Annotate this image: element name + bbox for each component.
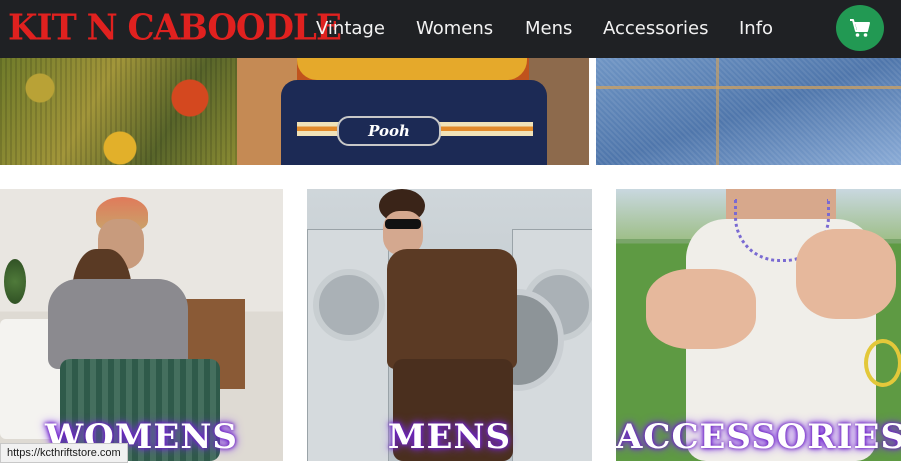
plant-image [4,259,26,304]
category-label-accessories: ACCESSORIES [616,417,901,457]
nav-item-mens[interactable]: Mens [525,18,572,39]
category-card-accessories[interactable]: ACCESSORIES [616,189,901,461]
category-card-womens[interactable]: WOMENS [0,189,283,461]
backpack-character [297,58,527,80]
hero-image-backpack: Pooh [237,58,589,165]
denim-seam [596,86,901,89]
nav-item-vintage[interactable]: Vintage [316,18,385,39]
category-card-mens[interactable]: MENS [307,189,592,461]
nav-item-accessories[interactable]: Accessories [603,18,709,39]
hand-right-image [796,229,896,319]
top-navigation-bar: Kit N Caboodle Vintage Womens Mens Acces… [0,0,901,58]
sweater-image [48,279,188,369]
nav-item-info[interactable]: Info [739,18,773,39]
status-bar-url: https://kcthriftstore.com [0,443,128,463]
hero-banner: Pooh [0,58,901,165]
denim-seam-vertical [716,58,719,165]
washer-left-door [313,269,385,341]
nav-item-womens[interactable]: Womens [416,18,493,39]
bracelet-image [864,339,901,387]
category-label-mens: MENS [387,417,512,457]
sunglasses-image [385,219,421,229]
brand-logo[interactable]: Kit N Caboodle [8,7,342,49]
backpack-badge: Pooh [337,116,441,146]
shirt-image [387,249,517,369]
hero-image-textile [0,58,237,165]
hand-left-image [646,269,756,349]
shopping-cart-icon [850,19,870,37]
hero-image-denim [596,58,901,165]
cart-button[interactable] [836,5,884,51]
